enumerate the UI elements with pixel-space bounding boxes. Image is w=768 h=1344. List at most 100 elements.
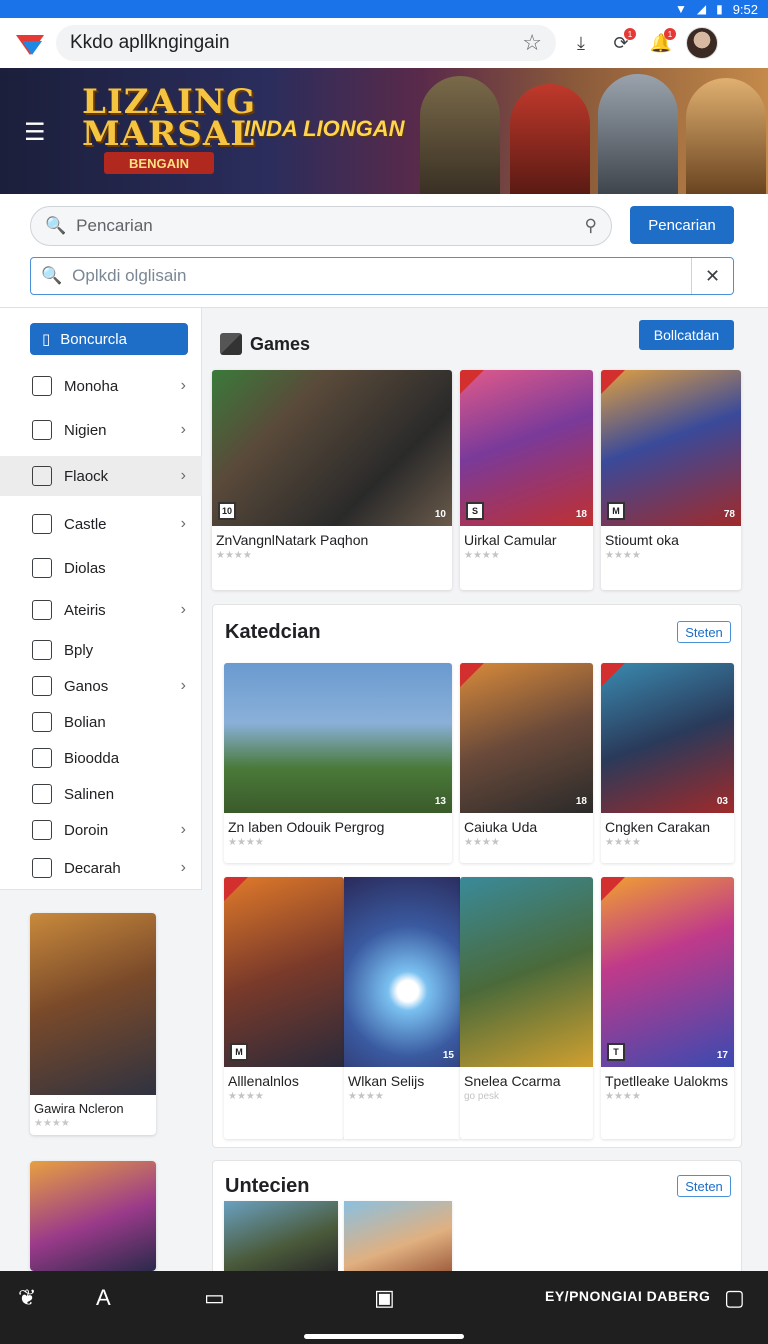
- left-game-card-2[interactable]: [30, 1161, 156, 1271]
- rating-stars: ★★★★: [605, 1091, 641, 1102]
- phone-icon: ▯: [42, 331, 51, 348]
- kategori-see-all-button[interactable]: Steten: [677, 621, 731, 643]
- game-cover-image: 18: [460, 663, 593, 813]
- bookmark-star-icon[interactable]: ☆: [522, 30, 542, 56]
- game-card[interactable]: M 78 Stioumt oka ★★★★: [601, 370, 741, 590]
- hero-banner: ☰ LIZAING MARSAL BENGAIN INDA LIONGAN: [0, 68, 768, 194]
- game-card[interactable]: T 17 Tpetlleake Ualokms ★★★★: [601, 877, 734, 1139]
- category-icon: [32, 558, 52, 578]
- leaf-icon[interactable]: ❦: [18, 1285, 36, 1311]
- rating-stars: ★★★★: [228, 1091, 264, 1102]
- app-root: ▼ ◢ ▮ 9:52 Kkdo apllkngingain ☆ ⤓ ⟳ 1 🔔 1 …: [0, 0, 768, 1344]
- status-time: 9:52: [732, 1, 758, 17]
- clear-icon[interactable]: ✕: [691, 258, 733, 294]
- sidebar-item-label: Decarah: [64, 859, 121, 877]
- sidebar-item[interactable]: Salinen: [0, 774, 202, 814]
- tab-icon[interactable]: ▭: [204, 1285, 225, 1311]
- game-cover-image: [344, 1201, 452, 1271]
- search-input[interactable]: 🔍 Pencarian ⚲: [30, 206, 612, 246]
- sidebar-item-label: Ganos: [64, 677, 109, 695]
- search-button[interactable]: Pencarian: [630, 206, 734, 244]
- rating-stars: ★★★★: [216, 550, 252, 561]
- rating-stars: ★★★★: [464, 837, 500, 848]
- url-bar[interactable]: Kkdo apllkngingain ☆: [56, 25, 556, 61]
- sidebar-item-label: Nigien: [64, 421, 107, 439]
- game-card[interactable]: 10 10 ZnVangnlNatark Paqhon ★★★★: [212, 370, 452, 590]
- rating-stars: ★★★★: [348, 1091, 384, 1102]
- game-number: 17: [716, 1050, 728, 1061]
- search-input-placeholder: Pencarian: [76, 216, 153, 235]
- sidebar-item[interactable]: Bioodda: [0, 738, 202, 778]
- bottom-nav-label[interactable]: EY/PNONGIAI DABERG: [545, 1288, 710, 1304]
- game-card[interactable]: [344, 1201, 452, 1271]
- sidebar-item[interactable]: Diolas: [0, 548, 202, 588]
- home-indicator[interactable]: [304, 1334, 464, 1339]
- chevron-right-icon: ›: [180, 421, 186, 438]
- game-number: 18: [575, 509, 587, 520]
- sidebar-item[interactable]: Ateiris ›: [0, 590, 202, 630]
- sidebar-item[interactable]: Decarah ›: [0, 848, 202, 888]
- untecien-see-all-button[interactable]: Steten: [677, 1175, 731, 1197]
- chevron-right-icon: ›: [180, 859, 186, 876]
- sidebar-item[interactable]: Castle ›: [0, 504, 202, 544]
- category-icon: [32, 784, 52, 804]
- game-card[interactable]: S 18 Uirkal Camular ★★★★: [460, 370, 593, 590]
- games-panel: 10 10 ZnVangnlNatark Paqhon ★★★★ S 18 Uirk…: [212, 370, 742, 592]
- game-card[interactable]: Snelea Ccarma go pesk: [460, 877, 593, 1139]
- download-icon[interactable]: ⤓: [566, 28, 596, 58]
- kategori-panel: Katedcian Steten 13 Zn laben Odouik Perg…: [212, 604, 742, 1148]
- notifications-icon[interactable]: 🔔 1: [646, 28, 676, 58]
- sidebar-item[interactable]: Bolian: [0, 702, 202, 742]
- font-icon[interactable]: A: [96, 1285, 111, 1311]
- game-card[interactable]: M Alllenalnlos ★★★★: [224, 877, 344, 1139]
- game-card[interactable]: 03 Cngken Carakan ★★★★: [601, 663, 734, 863]
- search-panel: 🔍 Pencarian ⚲ Pencarian 🔍 Oplkdi olglisain…: [0, 194, 768, 308]
- sidebar-item[interactable]: Monoha ›: [0, 366, 202, 406]
- game-cover-image: [460, 877, 593, 1067]
- sidebar-item-label: Salinen: [64, 785, 115, 803]
- battery-icon: ▮: [716, 2, 723, 16]
- hero-figure-2: [510, 84, 590, 194]
- chevron-right-icon: ›: [180, 467, 186, 484]
- game-title: Uirkal Camular: [464, 532, 557, 548]
- refresh-icon[interactable]: ⟳ 1: [606, 28, 636, 58]
- game-cover-image: S 18: [460, 370, 593, 526]
- chevron-right-icon: ›: [180, 601, 186, 618]
- cube-icon: [220, 333, 242, 355]
- category-icon: [32, 676, 52, 696]
- sidebar-item[interactable]: Flaock ›: [0, 456, 202, 496]
- sidebar-item[interactable]: Doroin ›: [0, 810, 202, 850]
- sidebar-item-active[interactable]: ▯ Boncurcla: [30, 323, 188, 355]
- sidebar-item[interactable]: Ganos ›: [0, 666, 202, 706]
- secondary-search-placeholder: Oplkdi olglisain: [72, 266, 187, 285]
- avatar[interactable]: [686, 27, 718, 59]
- category-icon: [32, 820, 52, 840]
- menu-icon[interactable]: ☰: [24, 118, 46, 147]
- game-cover-image: 15: [344, 877, 460, 1067]
- game-cover-image: 10 10: [212, 370, 452, 526]
- game-cover-image: 13: [224, 663, 452, 813]
- sidebar-item[interactable]: Nigien ›: [0, 410, 202, 450]
- games-title: Games: [250, 333, 311, 354]
- sidebar-item-label: Doroin: [64, 821, 109, 839]
- game-cover-image: M: [224, 877, 344, 1067]
- rating-stars: ★★★★: [605, 837, 641, 848]
- games-action-button[interactable]: Bollcatdan: [639, 320, 734, 350]
- banner-brand: LIZAING MARSAL: [82, 82, 257, 154]
- game-cover-image: [224, 1201, 338, 1271]
- sidebar-item[interactable]: Bply: [0, 630, 202, 670]
- game-card[interactable]: 15 Wlkan Selijs ★★★★: [344, 877, 460, 1139]
- left-game-card-1[interactable]: Gawira Ncleron ★★★★: [30, 913, 156, 1135]
- tabs-icon[interactable]: ▢: [724, 1285, 745, 1311]
- game-card[interactable]: 13 Zn laben Odouik Pergrog ★★★★: [224, 663, 452, 863]
- sidebar-item-label: Castle: [64, 515, 107, 533]
- square-dot-icon[interactable]: ▣: [374, 1285, 395, 1311]
- voice-search-icon[interactable]: ⚲: [585, 216, 597, 236]
- status-bar: ▼ ◢ ▮ 9:52: [0, 0, 768, 18]
- game-card[interactable]: [224, 1201, 338, 1271]
- game-card[interactable]: 18 Caiuka Uda ★★★★: [460, 663, 593, 863]
- secondary-search-input[interactable]: 🔍 Oplkdi olglisain ✕: [30, 257, 734, 295]
- game-cover-image: T 17: [601, 877, 734, 1067]
- game-title: ZnVangnlNatark Paqhon: [216, 532, 369, 548]
- app-logo-icon[interactable]: [14, 27, 46, 59]
